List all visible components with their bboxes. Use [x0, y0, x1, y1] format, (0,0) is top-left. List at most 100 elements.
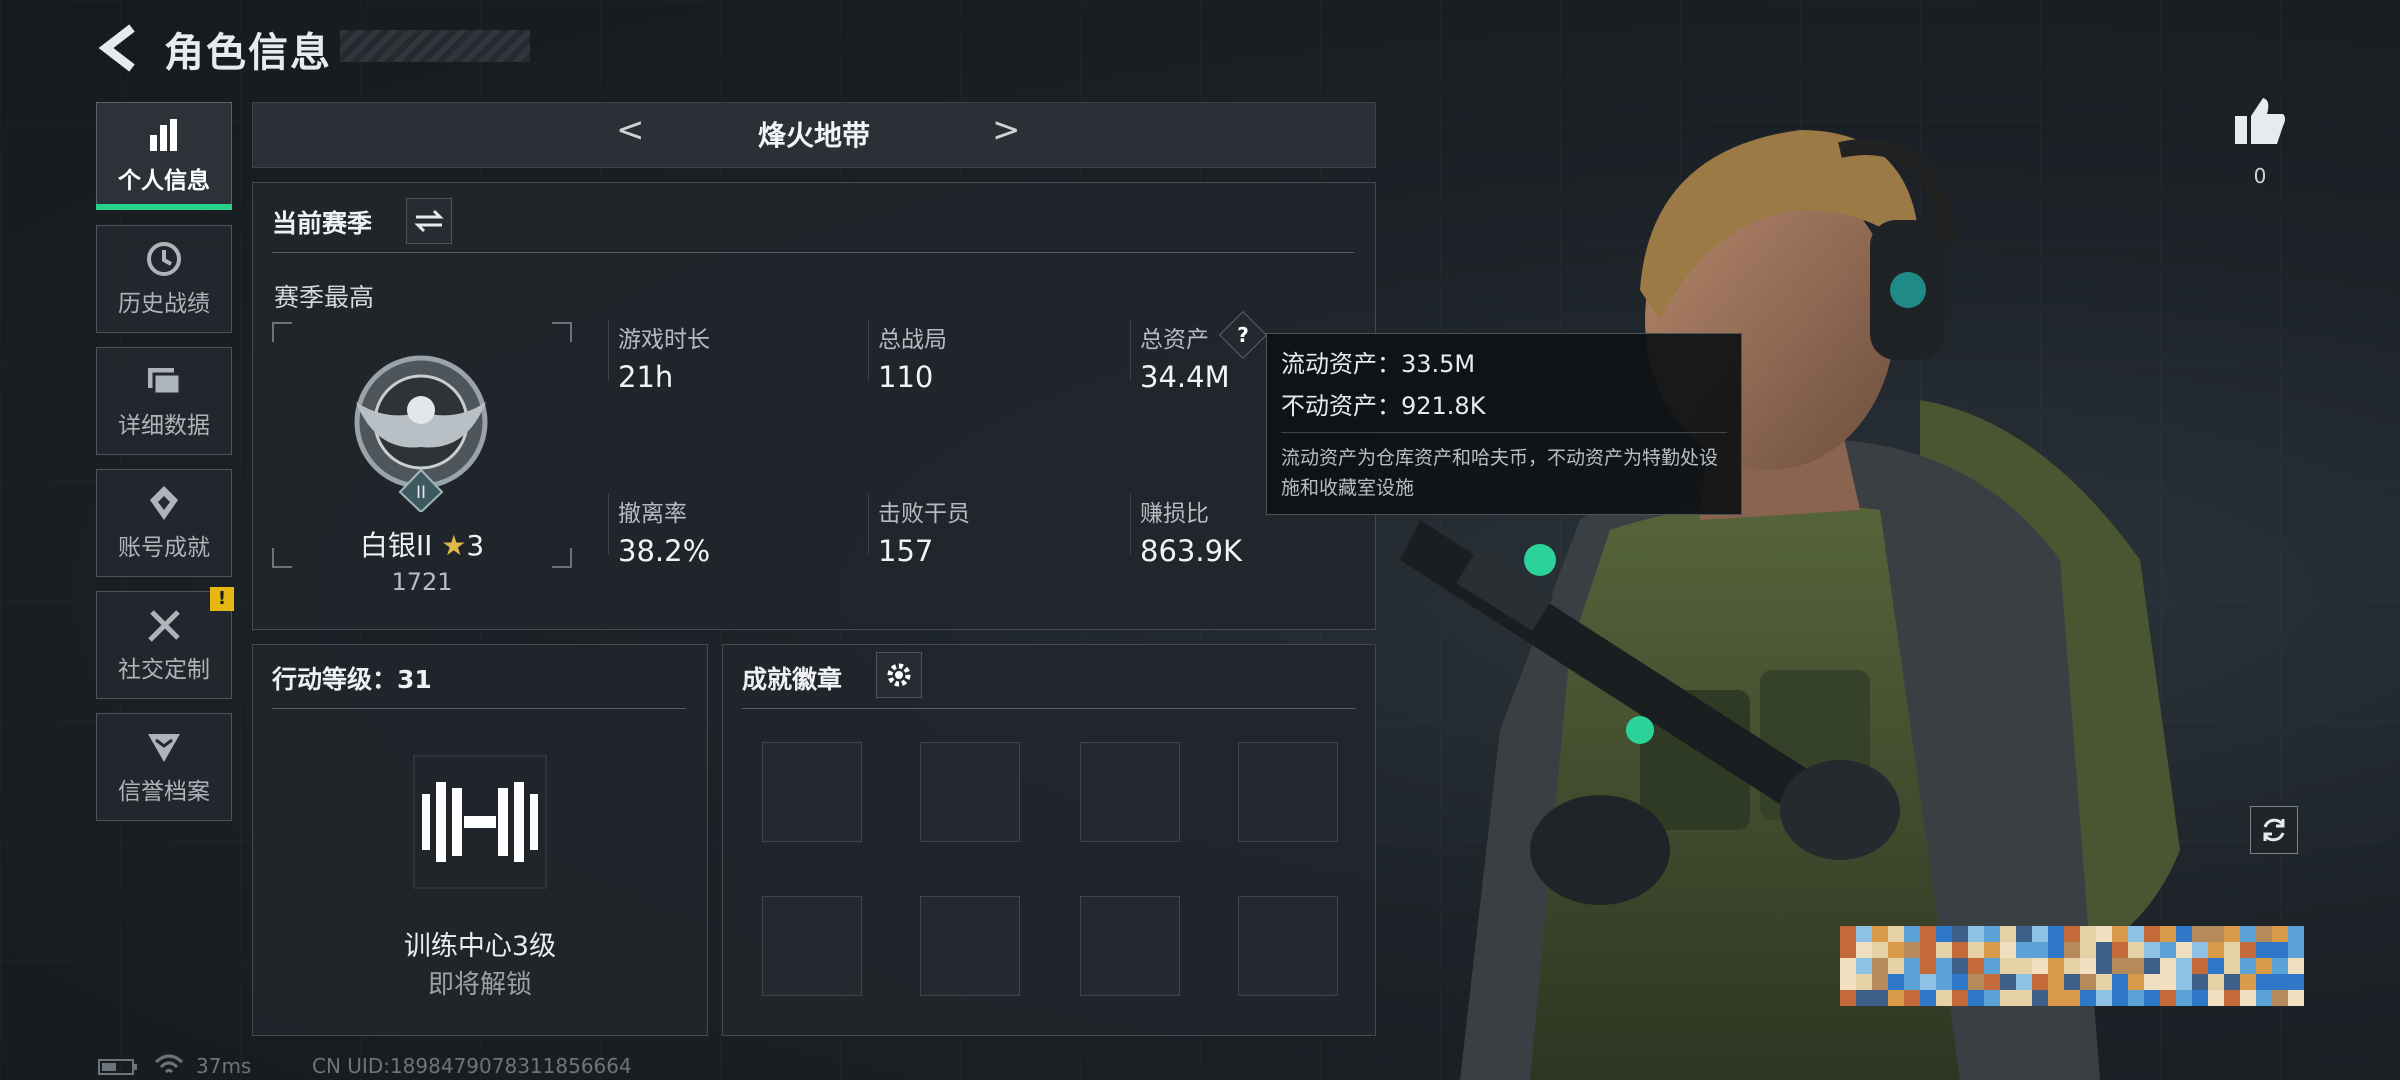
season-title: 当前赛季	[272, 209, 373, 238]
mosaic-block	[1920, 942, 1936, 958]
mosaic-block	[1872, 942, 1888, 958]
mosaic-block	[2096, 990, 2112, 1006]
mosaic-block	[2032, 958, 2048, 974]
mosaic-block	[2128, 942, 2144, 958]
mosaic-block	[2224, 926, 2240, 942]
mosaic-block	[2064, 926, 2080, 942]
mosaic-block	[2256, 974, 2272, 990]
sidebar-item-detailed-data[interactable]: 详细数据	[96, 347, 232, 455]
mosaic-block	[2000, 958, 2016, 974]
back-arrow-icon[interactable]	[96, 22, 146, 74]
mosaic-block	[2000, 942, 2016, 958]
liquid-assets: 流动资产：33.5M	[1281, 350, 1476, 378]
mosaic-block	[1952, 958, 1968, 974]
mode-title: 烽火地带	[757, 119, 870, 152]
sidebar-item-credit-record[interactable]: 信誉档案	[96, 713, 232, 821]
battery-icon	[98, 1059, 137, 1075]
mosaic-block	[2256, 990, 2272, 1006]
mosaic-block	[2096, 958, 2112, 974]
assets-note: 流动资产为仓库资产和哈夫币，不动资产为特勤处设施和收藏室设施	[1281, 447, 1719, 499]
mosaic-block	[2176, 990, 2192, 1006]
mosaic-block	[2128, 990, 2144, 1006]
redacted-mosaic	[1840, 926, 2304, 1006]
action-level-title: 行动等级：31	[272, 665, 432, 694]
sidebar-item-label: 详细数据	[118, 413, 210, 439]
mosaic-block	[1856, 926, 1872, 942]
unlock-status: 即将解锁	[427, 970, 532, 1000]
mosaic-block	[1968, 974, 1984, 990]
mosaic-block	[2080, 990, 2096, 1006]
stat-value: 38.2%	[618, 534, 711, 568]
mosaic-block	[2224, 958, 2240, 974]
mosaic-block	[1984, 926, 2000, 942]
mosaic-block	[2144, 942, 2160, 958]
mosaic-block	[1920, 926, 1936, 942]
sidebar-item-history[interactable]: 历史战绩	[96, 225, 232, 333]
mosaic-block	[2192, 974, 2208, 990]
refresh-button[interactable]	[2250, 806, 2298, 854]
mosaic-block	[1872, 958, 1888, 974]
mosaic-block	[2288, 942, 2304, 958]
stat-value: 863.9K	[1140, 534, 1243, 568]
mosaic-block	[1952, 926, 1968, 942]
mosaic-block	[2112, 974, 2128, 990]
stat-label: 撤离率	[618, 501, 687, 527]
mosaic-block	[1984, 990, 2000, 1006]
badge-slot[interactable]	[1238, 742, 1338, 842]
badge-slot[interactable]	[1080, 896, 1180, 996]
mosaic-block	[1936, 990, 1952, 1006]
mosaic-block	[2288, 926, 2304, 942]
unlock-name: 训练中心3级	[403, 931, 557, 962]
mosaic-block	[2112, 942, 2128, 958]
badge-slot[interactable]	[920, 896, 1020, 996]
help-icon: ?	[1237, 323, 1249, 347]
badge-slot[interactable]	[762, 742, 862, 842]
badge-slot[interactable]	[920, 742, 1020, 842]
mosaic-block	[2080, 974, 2096, 990]
assets-tooltip: 流动资产：33.5M 不动资产：921.8K 流动资产为仓库资产和哈夫币，不动资…	[1266, 333, 1742, 515]
achievement-settings-button[interactable]	[876, 652, 922, 698]
mosaic-block	[1920, 974, 1936, 990]
mosaic-block	[2240, 926, 2256, 942]
stat-label: 赚损比	[1140, 501, 1209, 527]
mosaic-block	[2016, 990, 2032, 1006]
stat-value: 110	[878, 360, 934, 394]
sidebar-item-personal-info[interactable]: 个人信息	[96, 102, 232, 210]
mosaic-block	[1904, 958, 1920, 974]
stat-value: 157	[878, 534, 934, 568]
frame-corner	[272, 322, 292, 342]
fixed-assets: 不动资产：921.8K	[1281, 392, 1486, 420]
badge-slot[interactable]	[1238, 896, 1338, 996]
mosaic-block	[1904, 974, 1920, 990]
mosaic-block	[2000, 974, 2016, 990]
mosaic-block	[1888, 926, 1904, 942]
mosaic-block	[2256, 958, 2272, 974]
mosaic-block	[2064, 990, 2080, 1006]
page-title: 角色信息	[164, 30, 332, 76]
badge-slot[interactable]	[762, 896, 862, 996]
mosaic-block	[2288, 990, 2304, 1006]
mosaic-block	[2208, 990, 2224, 1006]
rank-stars: 3	[466, 529, 485, 562]
rank-points: 1721	[391, 568, 453, 596]
thumbs-up-icon	[2235, 98, 2285, 144]
mosaic-block	[1984, 974, 2000, 990]
mosaic-block	[2240, 974, 2256, 990]
mosaic-block	[2112, 958, 2128, 974]
mosaic-block	[2016, 926, 2032, 942]
mosaic-block	[2240, 958, 2256, 974]
mosaic-block	[2256, 942, 2272, 958]
cards-icon	[148, 368, 182, 396]
mosaic-block	[2144, 958, 2160, 974]
badge-slot[interactable]	[1080, 742, 1180, 842]
mosaic-block	[2208, 926, 2224, 942]
like-widget[interactable]: 0	[2230, 96, 2290, 188]
sidebar-item-achievements[interactable]: 账号成就	[96, 469, 232, 577]
mosaic-block	[1840, 990, 1856, 1006]
divider	[272, 252, 1354, 253]
divider	[608, 494, 609, 554]
next-mode-button[interactable]: >	[992, 110, 1021, 150]
switch-season-button[interactable]	[406, 198, 452, 244]
mosaic-block	[2096, 942, 2112, 958]
mosaic-block	[1936, 958, 1952, 974]
